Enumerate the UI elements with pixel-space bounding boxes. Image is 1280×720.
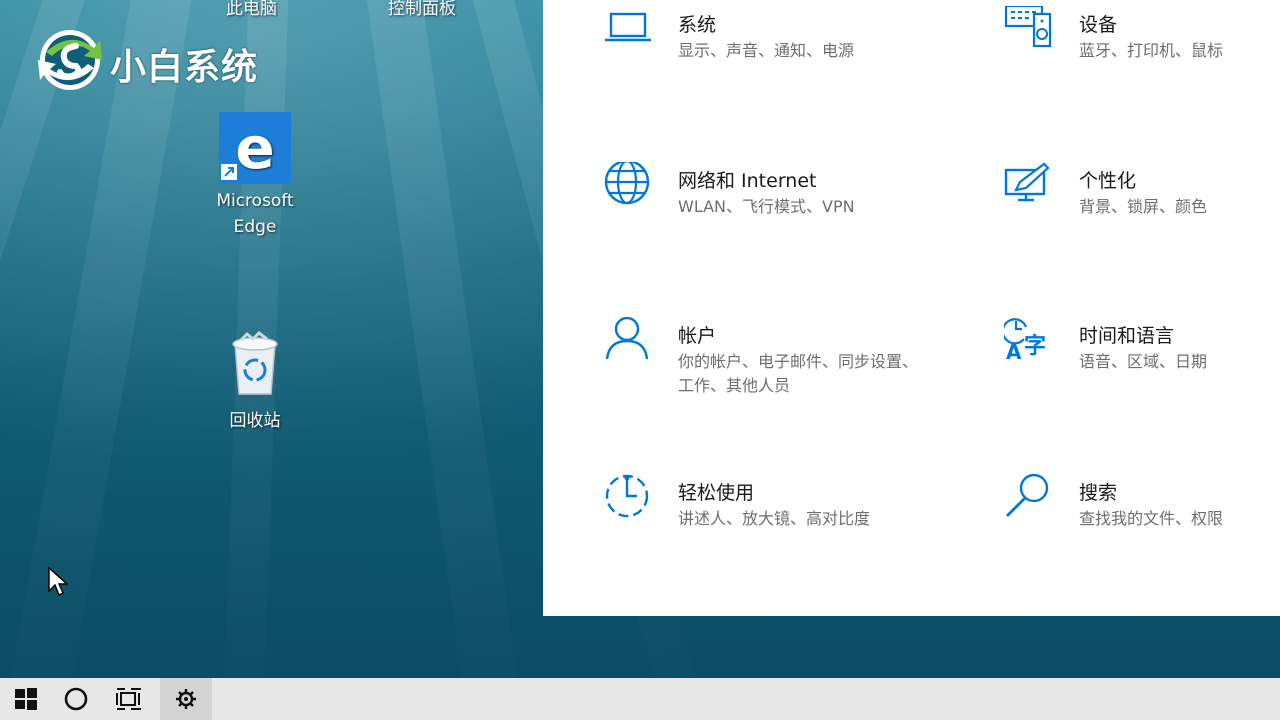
- personalization-icon: [1004, 162, 1050, 202]
- person-icon: [605, 317, 649, 360]
- task-view-icon: [116, 688, 141, 710]
- settings-category-time-language[interactable]: A 字 时间和语言 语音、区域、日期: [1004, 317, 1280, 407]
- start-button[interactable]: [0, 678, 52, 720]
- svg-text:e: e: [235, 114, 274, 182]
- category-desc: 讲述人、放大镜、高对比度: [678, 509, 871, 528]
- recycle-bin-label: 回收站: [229, 411, 281, 431]
- this-pc-label[interactable]: 此电脑: [226, 0, 277, 19]
- category-title: 网络和 Internet: [678, 170, 817, 192]
- category-desc: 查找我的文件、权限: [1079, 509, 1224, 528]
- category-desc: 背景、锁屏、颜色: [1079, 197, 1208, 216]
- devices-icon: [1004, 6, 1052, 48]
- windows-start-icon: [15, 688, 37, 710]
- edge-icon: e: [219, 112, 291, 184]
- category-desc: 你的帐户、电子邮件、同步设置、工作、其他人员: [678, 352, 919, 395]
- settings-window: 系统 显示、声音、通知、电源 设备 蓝牙、打印机、鼠标 网络和 Internet: [543, 0, 1280, 616]
- time-language-icon: A 字: [1004, 318, 1046, 364]
- settings-category-devices[interactable]: 设备 蓝牙、打印机、鼠标: [1004, 6, 1280, 96]
- svg-text:A: A: [1006, 340, 1022, 364]
- category-title: 时间和语言: [1079, 325, 1175, 347]
- cortana-circle-icon: [64, 687, 88, 711]
- laptop-icon: [605, 12, 651, 42]
- category-title: 设备: [1079, 14, 1118, 36]
- recycle-bin-icon: [232, 331, 278, 395]
- settings-gear-icon: [176, 689, 196, 709]
- logo-swirl-icon: [38, 30, 102, 90]
- globe-icon: [604, 162, 650, 205]
- category-desc: WLAN、飞行模式、VPN: [678, 197, 855, 216]
- category-title: 系统: [678, 14, 717, 36]
- desktop: 此电脑 控制面板 小白系统 e Microsoft Edge 回收站 系统 显示…: [0, 0, 1280, 720]
- desktop-icon-edge[interactable]: e Microsoft Edge: [205, 110, 305, 240]
- control-panel-label[interactable]: 控制面板: [388, 0, 456, 19]
- settings-category-search[interactable]: 搜索 查找我的文件、权限: [1004, 474, 1280, 564]
- desktop-icon-recycle-bin[interactable]: 回收站: [205, 330, 305, 434]
- settings-category-accounts[interactable]: 帐户 你的帐户、电子邮件、同步设置、工作、其他人员: [603, 317, 933, 407]
- watermark-text: 小白系统: [110, 47, 259, 88]
- category-title: 轻松使用: [678, 482, 755, 504]
- edge-label-line2: Edge: [233, 217, 277, 237]
- settings-category-network[interactable]: 网络和 Internet WLAN、飞行模式、VPN: [603, 162, 933, 252]
- category-title: 搜索: [1079, 482, 1118, 504]
- search-icon: [1006, 474, 1049, 517]
- watermark-logo: 小白系统: [32, 26, 272, 94]
- category-desc: 语音、区域、日期: [1079, 352, 1208, 371]
- category-title: 帐户: [678, 325, 717, 347]
- mouse-cursor-icon: [48, 567, 68, 596]
- category-desc: 显示、声音、通知、电源: [678, 41, 855, 60]
- settings-category-system[interactable]: 系统 显示、声音、通知、电源: [603, 6, 933, 96]
- ease-of-access-icon: [605, 474, 649, 518]
- settings-taskbar-button[interactable]: [160, 678, 212, 720]
- task-view-button[interactable]: [103, 678, 155, 720]
- settings-category-personalization[interactable]: 个性化 背景、锁屏、颜色: [1004, 162, 1280, 252]
- settings-category-ease-of-access[interactable]: 轻松使用 讲述人、放大镜、高对比度: [603, 474, 933, 564]
- cortana-button[interactable]: [50, 678, 102, 720]
- category-title: 个性化: [1079, 170, 1137, 192]
- taskbar: [0, 678, 1280, 720]
- svg-text:字: 字: [1024, 333, 1046, 359]
- category-desc: 蓝牙、打印机、鼠标: [1079, 41, 1224, 60]
- edge-label-line1: Microsoft: [216, 191, 294, 211]
